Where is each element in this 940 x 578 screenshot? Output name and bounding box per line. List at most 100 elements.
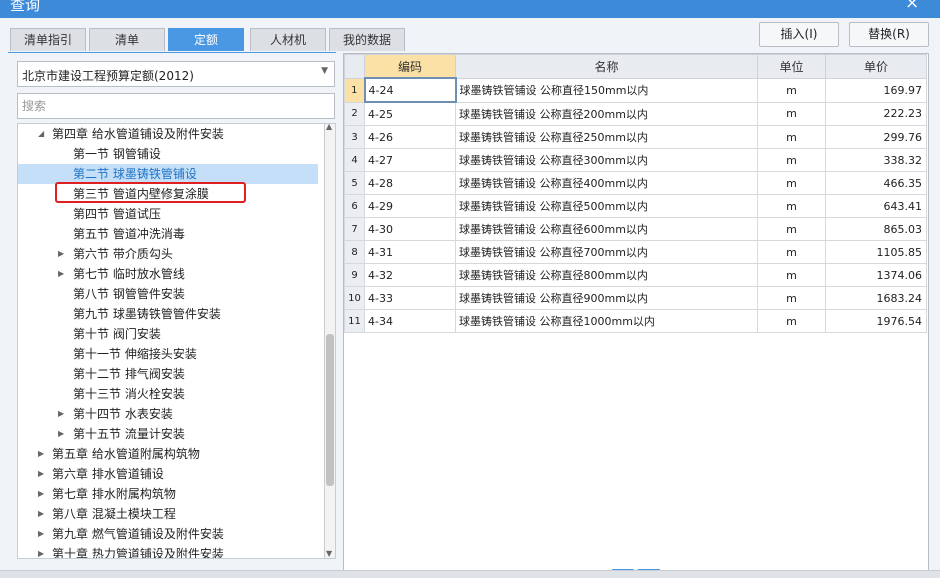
- tree-item[interactable]: ◢ 第四章 给水管道铺设及附件安装: [18, 124, 318, 144]
- expand-icon[interactable]: ▶: [38, 444, 44, 464]
- column-header-name[interactable]: 名称: [455, 54, 758, 79]
- table-row[interactable]: 11 4-34 球墨铸铁管铺设 公称直径1000mm以内 m 1976.54: [344, 309, 927, 333]
- cell-unit[interactable]: m: [757, 77, 826, 103]
- cell-name[interactable]: 球墨铸铁管铺设 公称直径300mm以内: [455, 148, 758, 172]
- tree-item[interactable]: 第十节 阀门安装: [18, 324, 318, 344]
- tree-item[interactable]: 第四节 管道试压: [18, 204, 318, 224]
- cell-name[interactable]: 球墨铸铁管铺设 公称直径200mm以内: [455, 101, 758, 126]
- row-number[interactable]: 6: [344, 194, 365, 218]
- cell-unit[interactable]: m: [757, 240, 826, 264]
- cell-name[interactable]: 球墨铸铁管铺设 公称直径150mm以内: [455, 77, 758, 103]
- search-input[interactable]: [17, 93, 335, 119]
- row-number[interactable]: 7: [344, 217, 365, 241]
- cell-name[interactable]: 球墨铸铁管铺设 公称直径500mm以内: [455, 194, 758, 218]
- cell-name[interactable]: 球墨铸铁管铺设 公称直径1000mm以内: [455, 309, 758, 333]
- column-header-unit[interactable]: 单位: [757, 54, 826, 79]
- cell-code[interactable]: 4-27: [364, 148, 456, 172]
- cell-name[interactable]: 球墨铸铁管铺设 公称直径900mm以内: [455, 286, 758, 310]
- cell-code[interactable]: 4-33: [364, 286, 456, 310]
- cell-unit[interactable]: m: [757, 263, 826, 287]
- expand-icon[interactable]: ▶: [58, 264, 64, 284]
- cell-code[interactable]: 4-25: [364, 101, 456, 126]
- cell-name[interactable]: 球墨铸铁管铺设 公称直径250mm以内: [455, 125, 758, 149]
- tree-item[interactable]: 第八节 钢管管件安装: [18, 284, 318, 304]
- table-row[interactable]: 9 4-32 球墨铸铁管铺设 公称直径800mm以内 m 1374.06: [344, 263, 927, 287]
- replace-button[interactable]: 替换(R): [849, 22, 929, 47]
- scroll-up-icon[interactable]: ▲: [326, 122, 332, 131]
- column-header-price[interactable]: 单价: [825, 54, 927, 79]
- expand-icon[interactable]: ▶: [58, 424, 64, 444]
- expand-icon[interactable]: ▶: [38, 464, 44, 484]
- row-number[interactable]: 3: [344, 125, 365, 149]
- row-number[interactable]: 9: [344, 263, 365, 287]
- tree-item[interactable]: 第五节 管道冲洗消毒: [18, 224, 318, 244]
- tree-item[interactable]: 第十一节 伸缩接头安装: [18, 344, 318, 364]
- row-number[interactable]: 8: [344, 240, 365, 264]
- cell-unit[interactable]: m: [757, 148, 826, 172]
- row-number[interactable]: 11: [344, 309, 365, 333]
- cell-price[interactable]: 1105.85: [825, 240, 927, 264]
- cell-code[interactable]: 4-31: [364, 240, 456, 264]
- tab-my-data[interactable]: 我的数据: [329, 28, 405, 51]
- tree-item[interactable]: ▶ 第六章 排水管道铺设: [18, 464, 318, 484]
- tree-item[interactable]: 第九节 球墨铸铁管管件安装: [18, 304, 318, 324]
- cell-unit[interactable]: m: [757, 309, 826, 333]
- cell-price[interactable]: 1683.24: [825, 286, 927, 310]
- tree-item[interactable]: ▶ 第八章 混凝土模块工程: [18, 504, 318, 524]
- cell-code[interactable]: 4-32: [364, 263, 456, 287]
- cell-unit[interactable]: m: [757, 125, 826, 149]
- table-row[interactable]: 8 4-31 球墨铸铁管铺设 公称直径700mm以内 m 1105.85: [344, 240, 927, 264]
- expand-icon[interactable]: ▶: [58, 404, 64, 424]
- tree-item[interactable]: ▶ 第十章 热力管道铺设及附件安装: [18, 544, 318, 558]
- table-row[interactable]: 4 4-27 球墨铸铁管铺设 公称直径300mm以内 m 338.32: [344, 148, 927, 172]
- tree-scrollbar[interactable]: ▲ ▼: [324, 122, 336, 559]
- cell-unit[interactable]: m: [757, 171, 826, 195]
- cell-unit[interactable]: m: [757, 101, 826, 126]
- tree-item[interactable]: 第十二节 排气阀安装: [18, 364, 318, 384]
- table-row[interactable]: 3 4-26 球墨铸铁管铺设 公称直径250mm以内 m 299.76: [344, 125, 927, 149]
- tab-labor-material-machine[interactable]: 人材机: [250, 28, 326, 51]
- tree-item[interactable]: ▶ 第九章 燃气管道铺设及附件安装: [18, 524, 318, 544]
- insert-button[interactable]: 插入(I): [759, 22, 839, 47]
- cell-price[interactable]: 299.76: [825, 125, 927, 149]
- cell-name[interactable]: 球墨铸铁管铺设 公称直径700mm以内: [455, 240, 758, 264]
- cell-code[interactable]: 4-34: [364, 309, 456, 333]
- close-icon[interactable]: ×: [905, 0, 919, 13]
- expand-icon[interactable]: ▶: [38, 544, 44, 558]
- tree-item[interactable]: ▶ 第十五节 流量计安装: [18, 424, 318, 444]
- tree-item[interactable]: ▶ 第六节 带介质勾头: [18, 244, 318, 264]
- cell-code[interactable]: 4-30: [364, 217, 456, 241]
- cell-code[interactable]: 4-26: [364, 125, 456, 149]
- tree-item[interactable]: 第一节 钢管铺设: [18, 144, 318, 164]
- table-row[interactable]: 2 4-25 球墨铸铁管铺设 公称直径200mm以内 m 222.23: [344, 101, 927, 126]
- table-row[interactable]: 5 4-28 球墨铸铁管铺设 公称直径400mm以内 m 466.35: [344, 171, 927, 195]
- tree-item[interactable]: ▶ 第五章 给水管道附属构筑物: [18, 444, 318, 464]
- table-row[interactable]: 10 4-33 球墨铸铁管铺设 公称直径900mm以内 m 1683.24: [344, 286, 927, 310]
- tree-item[interactable]: 第二节 球墨铸铁管铺设: [18, 164, 318, 184]
- cell-name[interactable]: 球墨铸铁管铺设 公称直径600mm以内: [455, 217, 758, 241]
- row-number[interactable]: 10: [344, 286, 365, 310]
- cell-unit[interactable]: m: [757, 194, 826, 218]
- expand-icon[interactable]: ▶: [38, 484, 44, 504]
- table-row[interactable]: 7 4-30 球墨铸铁管铺设 公称直径600mm以内 m 865.03: [344, 217, 927, 241]
- column-header-code[interactable]: 编码: [364, 54, 456, 79]
- scrollbar-thumb[interactable]: [326, 334, 334, 486]
- cell-unit[interactable]: m: [757, 217, 826, 241]
- tree-item[interactable]: 第十三节 消火栓安装: [18, 384, 318, 404]
- tab-quota[interactable]: 定额: [168, 28, 244, 51]
- quota-library-select[interactable]: 北京市建设工程预算定额(2012) ▼: [17, 61, 335, 87]
- cell-code[interactable]: 4-28: [364, 171, 456, 195]
- table-row[interactable]: 1 4-24 球墨铸铁管铺设 公称直径150mm以内 m 169.97: [344, 77, 927, 103]
- cell-price[interactable]: 865.03: [825, 217, 927, 241]
- row-number[interactable]: 4: [344, 148, 365, 172]
- tab-bill[interactable]: 清单: [89, 28, 165, 51]
- cell-price[interactable]: 466.35: [825, 171, 927, 195]
- scroll-down-icon[interactable]: ▼: [326, 549, 332, 558]
- cell-price[interactable]: 169.97: [825, 77, 927, 103]
- cell-code[interactable]: 4-29: [364, 194, 456, 218]
- row-number[interactable]: 1: [344, 77, 365, 103]
- expand-icon[interactable]: ▶: [58, 244, 64, 264]
- cell-price[interactable]: 643.41: [825, 194, 927, 218]
- cell-price[interactable]: 222.23: [825, 101, 927, 126]
- chevron-down-icon[interactable]: ▼: [321, 66, 328, 76]
